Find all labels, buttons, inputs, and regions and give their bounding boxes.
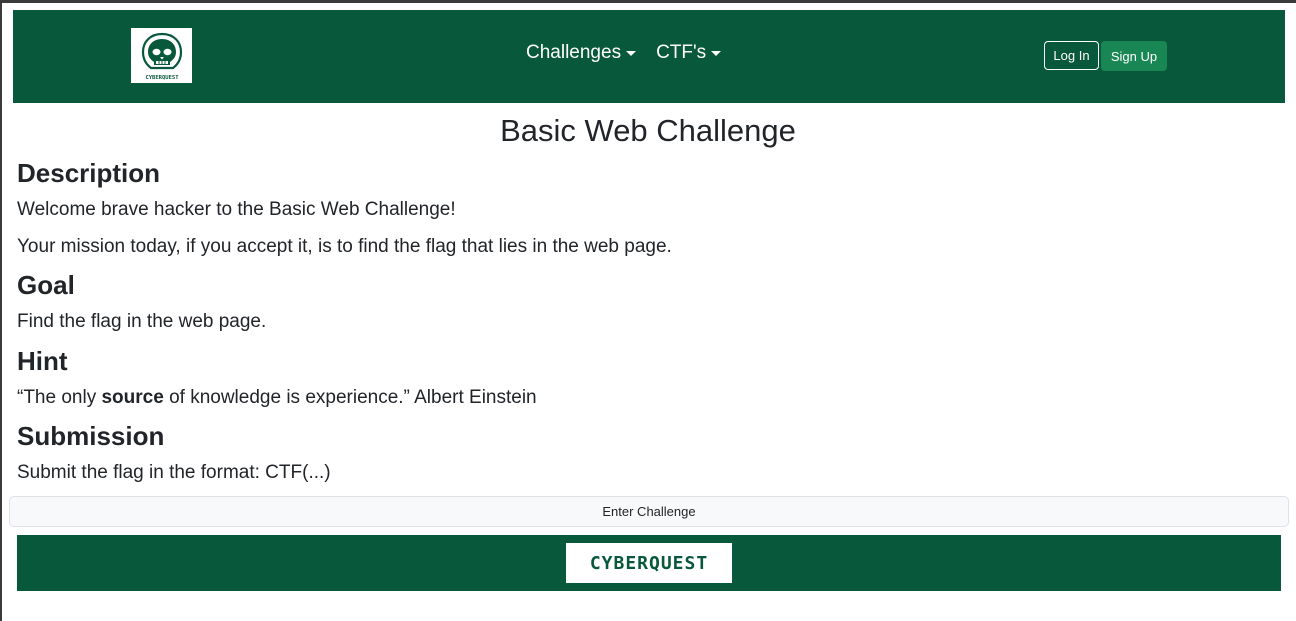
nav-challenges-dropdown[interactable]: Challenges bbox=[526, 42, 637, 64]
footer-logo-text: CYBERQUEST bbox=[589, 552, 709, 574]
chevron-down-icon bbox=[711, 51, 722, 56]
description-paragraph-1: Welcome brave hacker to the Basic Web Ch… bbox=[17, 199, 456, 220]
submission-heading: Submission bbox=[17, 421, 165, 451]
hint-quote-end: of knowledge is experience.” Albert Eins… bbox=[163, 387, 537, 408]
goal-text: Find the flag in the web page. bbox=[17, 311, 267, 332]
goal-heading: Goal bbox=[17, 270, 75, 300]
login-button[interactable]: Log In bbox=[1044, 41, 1099, 70]
enter-challenge-button[interactable]: Enter Challenge bbox=[9, 496, 1289, 527]
site-logo-text: CYBERQUEST bbox=[145, 75, 179, 81]
page-title: Basic Web Challenge bbox=[500, 113, 796, 148]
nav-ctfs-label: CTF's bbox=[656, 42, 707, 63]
hint-quote: “The only source of knowledge is experie… bbox=[17, 386, 537, 410]
hint-quote-bold: source bbox=[101, 387, 164, 408]
description-heading: Description bbox=[17, 158, 161, 188]
hint-quote-start: “The only bbox=[17, 387, 102, 408]
submission-text: Submit the flag in the format: CTF(...) bbox=[17, 462, 331, 483]
window-frame-top bbox=[0, 0, 1296, 3]
top-navbar: CYBERQUEST Challenges CTF's Log In Sign … bbox=[13, 10, 1285, 103]
chevron-down-icon bbox=[626, 51, 637, 56]
description-paragraph-2: Your mission today, if you accept it, is… bbox=[17, 236, 672, 257]
signup-button[interactable]: Sign Up bbox=[1101, 41, 1167, 71]
site-logo[interactable]: CYBERQUEST bbox=[131, 28, 192, 83]
window-frame-left bbox=[0, 0, 2, 621]
nav-challenges-label: Challenges bbox=[526, 42, 622, 63]
skull-hood-logo-icon: CYBERQUEST bbox=[141, 32, 182, 81]
hint-heading: Hint bbox=[17, 346, 68, 376]
nav-links: Challenges CTF's bbox=[526, 42, 722, 64]
footer: CYBERQUEST bbox=[17, 535, 1281, 591]
nav-ctfs-dropdown[interactable]: CTF's bbox=[656, 42, 722, 64]
footer-logo[interactable]: CYBERQUEST bbox=[566, 543, 732, 583]
